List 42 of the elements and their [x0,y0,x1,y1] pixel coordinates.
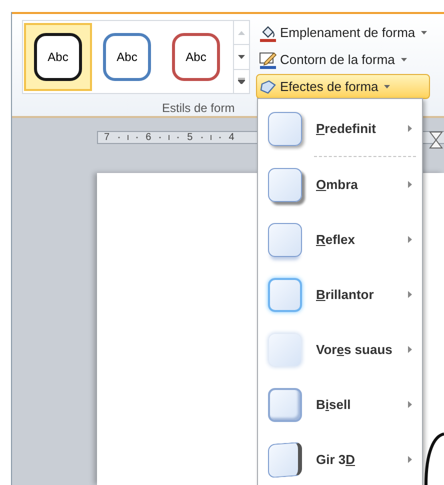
menu-item[interactable]: Brillantor [258,267,422,322]
submenu-arrow-icon [408,236,412,243]
pencil-icon [259,50,277,68]
dropdown-arrow-icon [400,58,407,62]
bevel-effect-icon [268,388,302,422]
ruler-number: 7 [104,131,110,145]
submenu-arrow-icon [408,291,412,298]
ruler-ticks-icon [200,135,222,140]
shape-effects-icon [259,78,277,94]
ribbon-command[interactable]: Efectes de forma [256,74,430,99]
menu-item[interactable]: Bisell [258,377,422,432]
ribbon-command[interactable]: Contorn de la forma [256,47,430,72]
menu-item[interactable]: Reflex [258,212,422,267]
menu-item[interactable]: Vores suaus [258,322,422,377]
submenu-arrow-icon [408,456,412,463]
ruler-number: 5 [187,131,193,145]
ruler-number: 6 [146,131,152,145]
dropdown-arrow-icon [384,84,390,88]
shadow-effect-icon [268,168,302,202]
scroll-down-icon[interactable] [234,44,249,70]
paint-bucket-icon [259,24,277,42]
menu-item[interactable]: Predefinit [258,101,422,156]
ruler-ticks-icon [158,135,180,140]
dropdown-arrow-icon [421,30,428,34]
preset-effect-icon [268,112,302,146]
menu-item[interactable]: Gir 3D [258,432,422,485]
rotated-square-icon [268,441,302,478]
submenu-arrow-icon [408,401,412,408]
shape-outline [424,432,444,485]
ribbon-command[interactable]: Emplenament de forma [256,20,430,45]
ruler-ticks-icon [116,135,139,140]
shape-style-swatch[interactable]: Abc [24,23,92,91]
ruler-number: 4 [228,131,234,145]
submenu-arrow-icon [408,125,412,132]
glow-effect-icon [268,278,302,312]
group-label: Estils de form [162,100,235,117]
submenu-arrow-icon [408,346,412,353]
reflection-effect-icon [268,222,302,256]
indent-marker-icon [429,131,443,151]
soft-edges-effect-icon [268,332,302,366]
menu-item[interactable]: Ombra [258,157,422,212]
submenu-arrow-icon [408,181,412,188]
